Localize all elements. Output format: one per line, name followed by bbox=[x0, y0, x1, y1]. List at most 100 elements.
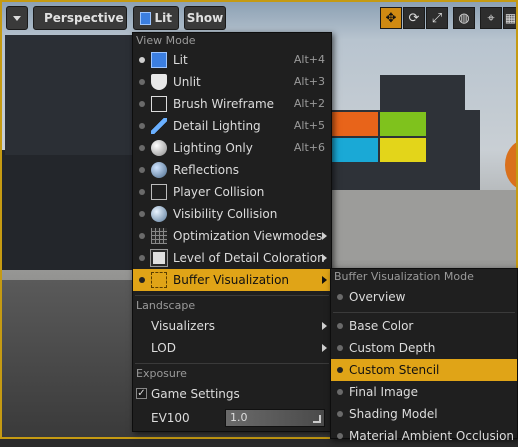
radio-dot bbox=[337, 294, 343, 300]
sphere-icon bbox=[151, 140, 167, 156]
scene-stack-top bbox=[380, 75, 465, 115]
radio-dot bbox=[139, 101, 145, 107]
menu-item-shortcut: Alt+3 bbox=[293, 75, 325, 88]
menu-item-label: Brush Wireframe bbox=[173, 97, 275, 111]
submenu-item-shading-model[interactable]: Shading Model bbox=[331, 403, 517, 425]
ev100-label: EV100 bbox=[151, 411, 190, 425]
radio-dot bbox=[139, 277, 145, 283]
menu-item-label: Visibility Collision bbox=[173, 207, 278, 221]
buffer-visualization-submenu: Buffer Visualization Mode Overview Base … bbox=[330, 268, 518, 443]
lit-cube-icon bbox=[140, 11, 151, 25]
menu-item-label: Optimization Viewmodes bbox=[173, 229, 323, 243]
radio-dot bbox=[139, 145, 145, 151]
menu-item-label: Visualizers bbox=[151, 319, 216, 333]
scene-orange-cube bbox=[332, 112, 378, 136]
menu-item-label: Detail Lighting bbox=[173, 119, 261, 133]
submenu-item-label: Overview bbox=[349, 290, 406, 304]
rotate-icon: ⟳ bbox=[408, 10, 420, 26]
menu-item-ev100: EV100 1.0 bbox=[133, 407, 331, 429]
menu-item-lit[interactable]: Lit Alt+4 bbox=[133, 49, 331, 71]
resize-grip-icon bbox=[313, 415, 321, 423]
scene-yellow-cube bbox=[380, 138, 426, 162]
globe-icon: ◍ bbox=[458, 10, 470, 26]
ev100-value: 1.0 bbox=[230, 411, 248, 424]
radio-dot bbox=[337, 389, 343, 395]
menu-item-optimization-viewmodes[interactable]: Optimization Viewmodes bbox=[133, 225, 331, 247]
menu-item-lod-coloration[interactable]: Level of Detail Coloration bbox=[133, 247, 331, 269]
menu-item-label: Buffer Visualization bbox=[173, 273, 290, 287]
scale-tool[interactable]: ⤢ bbox=[426, 7, 448, 29]
submenu-item-label: Custom Stencil bbox=[349, 363, 440, 377]
menu-item-label: Unlit bbox=[173, 75, 201, 89]
submenu-item-base-color[interactable]: Base Color bbox=[331, 315, 517, 337]
perspective-button[interactable]: Perspective bbox=[33, 6, 127, 30]
menu-item-lighting-only[interactable]: Lighting Only Alt+6 bbox=[133, 137, 331, 159]
move-icon: ✥ bbox=[385, 10, 397, 26]
perspective-icon bbox=[37, 14, 43, 22]
unlit-shield-icon bbox=[151, 74, 167, 90]
translate-tool[interactable]: ✥ bbox=[380, 7, 402, 29]
menu-item-label: Lit bbox=[173, 53, 188, 67]
menu-item-label: Reflections bbox=[173, 163, 239, 177]
scene-platform bbox=[330, 190, 518, 260]
menu-item-buffer-visualization[interactable]: Buffer Visualization bbox=[133, 269, 331, 291]
menu-item-brush-wireframe[interactable]: Brush Wireframe Alt+2 bbox=[133, 93, 331, 115]
menu-item-detail-lighting[interactable]: Detail Lighting Alt+5 bbox=[133, 115, 331, 137]
radio-dot bbox=[139, 255, 145, 261]
show-label: Show bbox=[186, 11, 224, 25]
grid-icon bbox=[151, 228, 167, 244]
radio-dot bbox=[337, 323, 343, 329]
submenu-item-overview[interactable]: Overview bbox=[331, 286, 517, 308]
radio-dot bbox=[139, 57, 145, 63]
submenu-arrow-icon bbox=[322, 344, 327, 352]
radio-dot bbox=[337, 345, 343, 351]
chevron-down-icon bbox=[13, 15, 21, 21]
menu-item-player-collision[interactable]: Player Collision bbox=[133, 181, 331, 203]
reflection-sphere-icon bbox=[151, 162, 167, 178]
radio-dot bbox=[139, 79, 145, 85]
grid-icon: ▦ bbox=[504, 11, 517, 25]
submenu-arrow-icon bbox=[322, 322, 327, 330]
ev100-slider[interactable]: 1.0 bbox=[225, 409, 325, 427]
lit-sphere-icon bbox=[151, 52, 167, 68]
scene-orange-sphere bbox=[505, 140, 518, 190]
world-local-toggle[interactable]: ◍ bbox=[453, 7, 475, 29]
submenu-item-custom-stencil[interactable]: Custom Stencil bbox=[331, 359, 517, 381]
surface-snapping[interactable]: ⌖ bbox=[480, 7, 502, 29]
menu-item-unlit[interactable]: Unlit Alt+3 bbox=[133, 71, 331, 93]
submenu-item-material-ao[interactable]: Material Ambient Occlusion bbox=[331, 425, 517, 447]
buffer-icon bbox=[151, 272, 167, 288]
menu-item-reflections[interactable]: Reflections bbox=[133, 159, 331, 181]
view-mode-button[interactable]: Lit bbox=[133, 6, 179, 30]
viewport-toolbar: Perspective Lit Show ✥ ⟳ ⤢ ◍ ⌖ ▦ bbox=[0, 0, 518, 36]
menu-item-shortcut: Alt+5 bbox=[293, 119, 325, 132]
menu-item-shortcut: Alt+4 bbox=[293, 53, 325, 66]
menu-item-game-settings[interactable]: ✓ Game Settings bbox=[133, 383, 331, 405]
menu-item-lod[interactable]: LOD bbox=[133, 337, 331, 359]
scene-wall-left bbox=[5, 35, 140, 155]
lod-icon bbox=[150, 249, 168, 267]
landscape-header: Landscape bbox=[136, 299, 196, 312]
grid-snap[interactable]: ▦ bbox=[503, 7, 518, 29]
menu-item-label: Lighting Only bbox=[173, 141, 253, 155]
menu-item-label: Player Collision bbox=[173, 185, 265, 199]
scene-floor-left bbox=[0, 150, 140, 270]
rotate-tool[interactable]: ⟳ bbox=[403, 7, 425, 29]
visibility-sphere-icon bbox=[151, 206, 167, 222]
snap-icon: ⌖ bbox=[487, 10, 495, 26]
submenu-item-label: Shading Model bbox=[349, 407, 438, 421]
submenu-item-label: Custom Depth bbox=[349, 341, 436, 355]
viewport-options-button[interactable] bbox=[6, 6, 28, 30]
submenu-item-final-image[interactable]: Final Image bbox=[331, 381, 517, 403]
brush-icon bbox=[151, 118, 167, 134]
menu-item-label: LOD bbox=[151, 341, 176, 355]
show-button[interactable]: Show bbox=[184, 6, 226, 30]
radio-dot bbox=[139, 189, 145, 195]
menu-item-visualizers[interactable]: Visualizers bbox=[133, 315, 331, 337]
menu-item-label: Level of Detail Coloration bbox=[173, 251, 325, 265]
game-settings-checkbox[interactable]: ✓ bbox=[136, 388, 147, 399]
menu-item-visibility-collision[interactable]: Visibility Collision bbox=[133, 203, 331, 225]
submenu-item-custom-depth[interactable]: Custom Depth bbox=[331, 337, 517, 359]
radio-dot bbox=[337, 411, 343, 417]
submenu-arrow-icon bbox=[322, 232, 327, 240]
